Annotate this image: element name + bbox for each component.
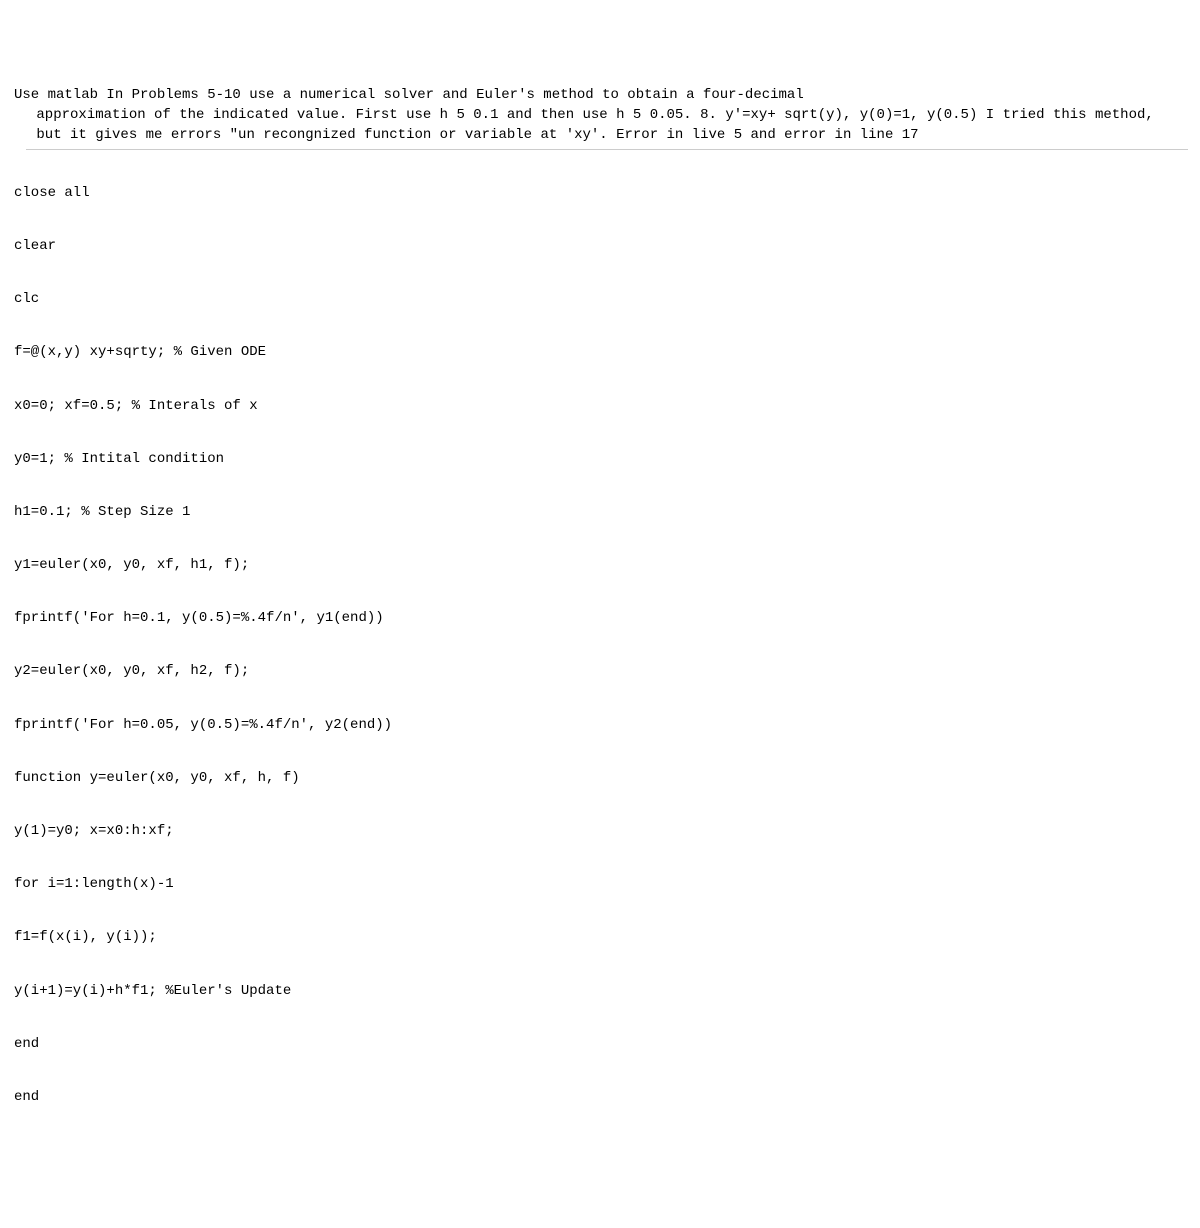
code-line: for i=1:length(x)-1 <box>12 875 1188 895</box>
code-line: y2=euler(x0, y0, xf, h2, f); <box>12 662 1188 682</box>
code-line: function y=euler(x0, y0, xf, h, f) <box>12 769 1188 789</box>
code-line: clear <box>12 237 1188 257</box>
code-line: fprintf('For h=0.1, y(0.5)=%.4f/n', y1(e… <box>12 609 1188 629</box>
code-line: f1=f(x(i), y(i)); <box>12 928 1188 948</box>
code-line: f=@(x,y) xy+sqrty; % Given ODE <box>12 343 1188 363</box>
code-line: y(i+1)=y(i)+h*f1; %Euler's Update <box>12 982 1188 1002</box>
code-line: y1=euler(x0, y0, xf, h1, f); <box>12 556 1188 576</box>
code-line: close all <box>12 184 1188 204</box>
code-line: x0=0; xf=0.5; % Interals of x <box>12 397 1188 417</box>
problem-statement: Use matlab In Problems 5-10 use a numeri… <box>26 86 1188 150</box>
code-line: end <box>12 1035 1188 1055</box>
code-line: h1=0.1; % Step Size 1 <box>12 503 1188 523</box>
code-line: clc <box>12 290 1188 310</box>
code-line: y(1)=y0; x=x0:h:xf; <box>12 822 1188 842</box>
code-line: end <box>12 1088 1188 1108</box>
code-line: fprintf('For h=0.05, y(0.5)=%.4f/n', y2(… <box>12 716 1188 736</box>
code-line: y0=1; % Intital condition <box>12 450 1188 470</box>
